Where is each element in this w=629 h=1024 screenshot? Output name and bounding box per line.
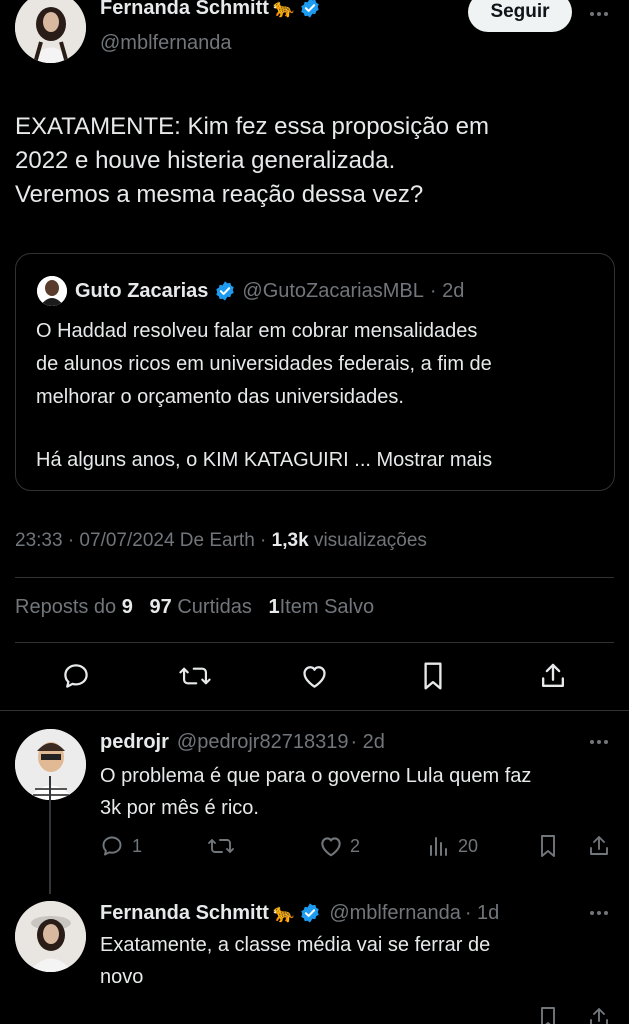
reply-icon[interactable] bbox=[61, 661, 91, 691]
bookmark-icon[interactable] bbox=[536, 1004, 560, 1024]
repost-icon[interactable] bbox=[178, 661, 212, 691]
like-icon[interactable] bbox=[299, 661, 330, 691]
author-name[interactable]: Fernanda Schmitt bbox=[100, 0, 269, 20]
reply-text: Exatamente, a classe média vai se ferrar… bbox=[100, 929, 490, 993]
reply-text-line: Exatamente, a classe média vai se ferrar… bbox=[100, 934, 491, 956]
quoted-text-line: de alunos ricos em universidades federai… bbox=[36, 353, 492, 375]
more-options-icon[interactable] bbox=[588, 735, 610, 749]
reply-header: Fernanda Schmitt 🐆 @mblfernanda · 1d bbox=[100, 899, 499, 927]
views-count: 20 bbox=[458, 835, 479, 856]
author-handle[interactable]: @mblfernanda bbox=[100, 32, 231, 55]
quoted-author-avatar[interactable] bbox=[37, 276, 67, 306]
leopard-emoji: 🐆 bbox=[272, 902, 296, 923]
views-label: visualizações bbox=[313, 530, 427, 551]
reply-author-avatar[interactable] bbox=[15, 901, 86, 972]
likes-stat[interactable]: 97 Curtidas bbox=[150, 596, 252, 618]
reply-icon bbox=[100, 834, 124, 858]
more-options-icon[interactable] bbox=[588, 7, 610, 21]
reply-author-handle[interactable]: @mblfernanda bbox=[329, 902, 460, 925]
tweet-text-line: Veremos a mesma reação dessa vez? bbox=[15, 181, 424, 208]
leopard-emoji: 🐆 bbox=[272, 0, 296, 18]
reply-header: pedrojr @pedrojr82718319 · 2d bbox=[100, 729, 385, 755]
reposts-stat[interactable]: Reposts do 9 bbox=[15, 596, 133, 618]
more-options-icon[interactable] bbox=[588, 906, 610, 920]
bookmark-icon[interactable] bbox=[536, 832, 560, 860]
reply-time: · 2d bbox=[350, 730, 385, 753]
like-icon bbox=[318, 833, 344, 859]
show-more-link[interactable]: Mostrar mais bbox=[377, 449, 493, 471]
reply-time: · 1d bbox=[464, 901, 500, 924]
quoted-author-handle[interactable]: @GutoZacariasMBL bbox=[242, 280, 423, 303]
tweet-text-line: 2022 e houve histeria generalizada. bbox=[15, 147, 396, 174]
follow-button[interactable]: Seguir bbox=[468, 0, 572, 32]
reply-action-like[interactable]: 2 bbox=[318, 833, 360, 859]
views-count: 1,3k bbox=[271, 530, 309, 551]
engagement-stats: Reposts do 9 97 Curtidas 1Item Salvo bbox=[15, 596, 374, 619]
share-icon[interactable] bbox=[587, 1004, 611, 1024]
author-name-row[interactable]: Fernanda Schmitt 🐆 bbox=[100, 0, 321, 22]
tweet-meta: 23:33 · 07/07/2024 De Earth · 1,3k visua… bbox=[15, 530, 427, 552]
like-count: 2 bbox=[350, 835, 361, 856]
reply-text: O problema é que para o governo Lula que… bbox=[100, 760, 531, 824]
saves-stat[interactable]: 1Item Salvo bbox=[269, 596, 375, 618]
reply-count: 1 bbox=[132, 835, 143, 856]
quoted-author-name[interactable]: Guto Zacarias bbox=[75, 280, 208, 303]
verified-badge-icon bbox=[299, 0, 321, 19]
verified-badge-icon bbox=[214, 280, 236, 302]
quoted-text-line: O Haddad resolveu falar em cobrar mensal… bbox=[36, 320, 478, 342]
share-icon[interactable] bbox=[587, 832, 611, 860]
repost-icon[interactable] bbox=[206, 834, 236, 858]
reply-action-views[interactable]: 20 bbox=[428, 833, 478, 859]
reply-text-line: 3k por mês é rico. bbox=[100, 797, 259, 819]
reply-author-handle[interactable]: @pedrojr82718319 bbox=[177, 731, 349, 754]
share-icon[interactable] bbox=[538, 660, 568, 692]
divider bbox=[15, 577, 614, 578]
verified-badge-icon bbox=[299, 902, 321, 924]
tweet-timestamp[interactable]: 23:33 · 07/07/2024 De Earth · bbox=[15, 530, 266, 551]
tweet-text: EXATAMENTE: Kim fez essa proposição em 2… bbox=[15, 110, 489, 212]
tweet-text-line: EXATAMENTE: Kim fez essa proposição em bbox=[15, 113, 489, 140]
reply-author-name[interactable]: pedrojr bbox=[100, 731, 169, 754]
quoted-tweet-time: · 2d bbox=[429, 279, 465, 302]
divider bbox=[0, 710, 629, 711]
quoted-text-line: Há alguns anos, o KIM KATAGUIRI ... bbox=[36, 449, 371, 471]
author-avatar[interactable] bbox=[15, 0, 86, 63]
quoted-author-row: Guto Zacarias @GutoZacariasMBL · 2d bbox=[75, 278, 464, 304]
quoted-tweet-text: O Haddad resolveu falar em cobrar mensal… bbox=[36, 315, 492, 477]
reply-author-name[interactable]: Fernanda Schmitt bbox=[100, 902, 269, 925]
bookmark-icon[interactable] bbox=[418, 660, 448, 692]
thread-connector-line bbox=[49, 776, 51, 894]
quoted-text-line: melhorar o orçamento das universidades. bbox=[36, 386, 404, 408]
divider bbox=[15, 642, 614, 643]
views-chart-icon bbox=[428, 834, 450, 858]
reply-text-line: O problema é que para o governo Lula que… bbox=[100, 765, 532, 787]
reply-text-line: novo bbox=[100, 966, 144, 988]
reply-action-reply[interactable]: 1 bbox=[100, 833, 142, 859]
